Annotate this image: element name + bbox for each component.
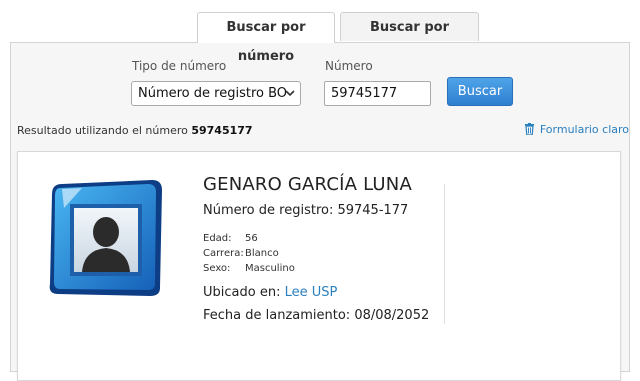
number-type-select[interactable]: Número de registro BO — [131, 81, 301, 106]
number-type-label: Tipo de número — [132, 59, 227, 73]
detail-age: Edad: 56 — [203, 233, 258, 244]
number-label: Número — [325, 59, 373, 73]
divider — [444, 184, 445, 324]
clear-form-label: Formulario claro — [539, 123, 629, 136]
result-number: 59745177 — [191, 124, 253, 137]
inmate-name: GENARO GARCÍA LUNA — [203, 174, 412, 195]
inmate-card: GENARO GARCÍA LUNA Número de registro: 5… — [17, 151, 621, 381]
clear-form-link[interactable]: Formulario claro — [524, 123, 629, 138]
person-icon — [42, 176, 166, 300]
number-type-value: Número de registro BO — [138, 86, 288, 101]
detail-value: Masculino — [245, 263, 295, 274]
detail-value: Blanco — [245, 248, 279, 259]
release-date: Fecha de lanzamiento: 08/08/2052 — [203, 308, 430, 323]
chevron-down-icon — [285, 82, 295, 114]
detail-key: Carrera: — [203, 248, 244, 259]
result-prefix: Resultado utilizando el número — [17, 124, 188, 137]
location-label: Ubicado en: — [203, 285, 281, 300]
tab-search-by-name[interactable]: Buscar por nombre — [340, 12, 479, 64]
tab-search-by-number[interactable]: Buscar por número — [197, 12, 335, 64]
search-panel: Tipo de número Número Número de registro… — [10, 42, 630, 381]
detail-key: Edad: — [203, 233, 232, 244]
result-summary: Resultado utilizando el número 59745177 — [17, 124, 253, 137]
location-link[interactable]: Lee USP — [285, 285, 338, 300]
trash-icon — [524, 123, 534, 138]
detail-value: 56 — [245, 233, 258, 244]
registration-number: Número de registro: 59745-177 — [203, 203, 409, 218]
detail-race: Carrera:Blanco — [203, 248, 279, 259]
number-input[interactable]: 59745177 — [324, 81, 431, 106]
location-line: Ubicado en: Lee USP — [203, 285, 337, 300]
detail-sex: Sexo: Masculino — [203, 263, 295, 274]
detail-key: Sexo: — [203, 263, 231, 274]
search-button[interactable]: Buscar — [447, 77, 513, 106]
